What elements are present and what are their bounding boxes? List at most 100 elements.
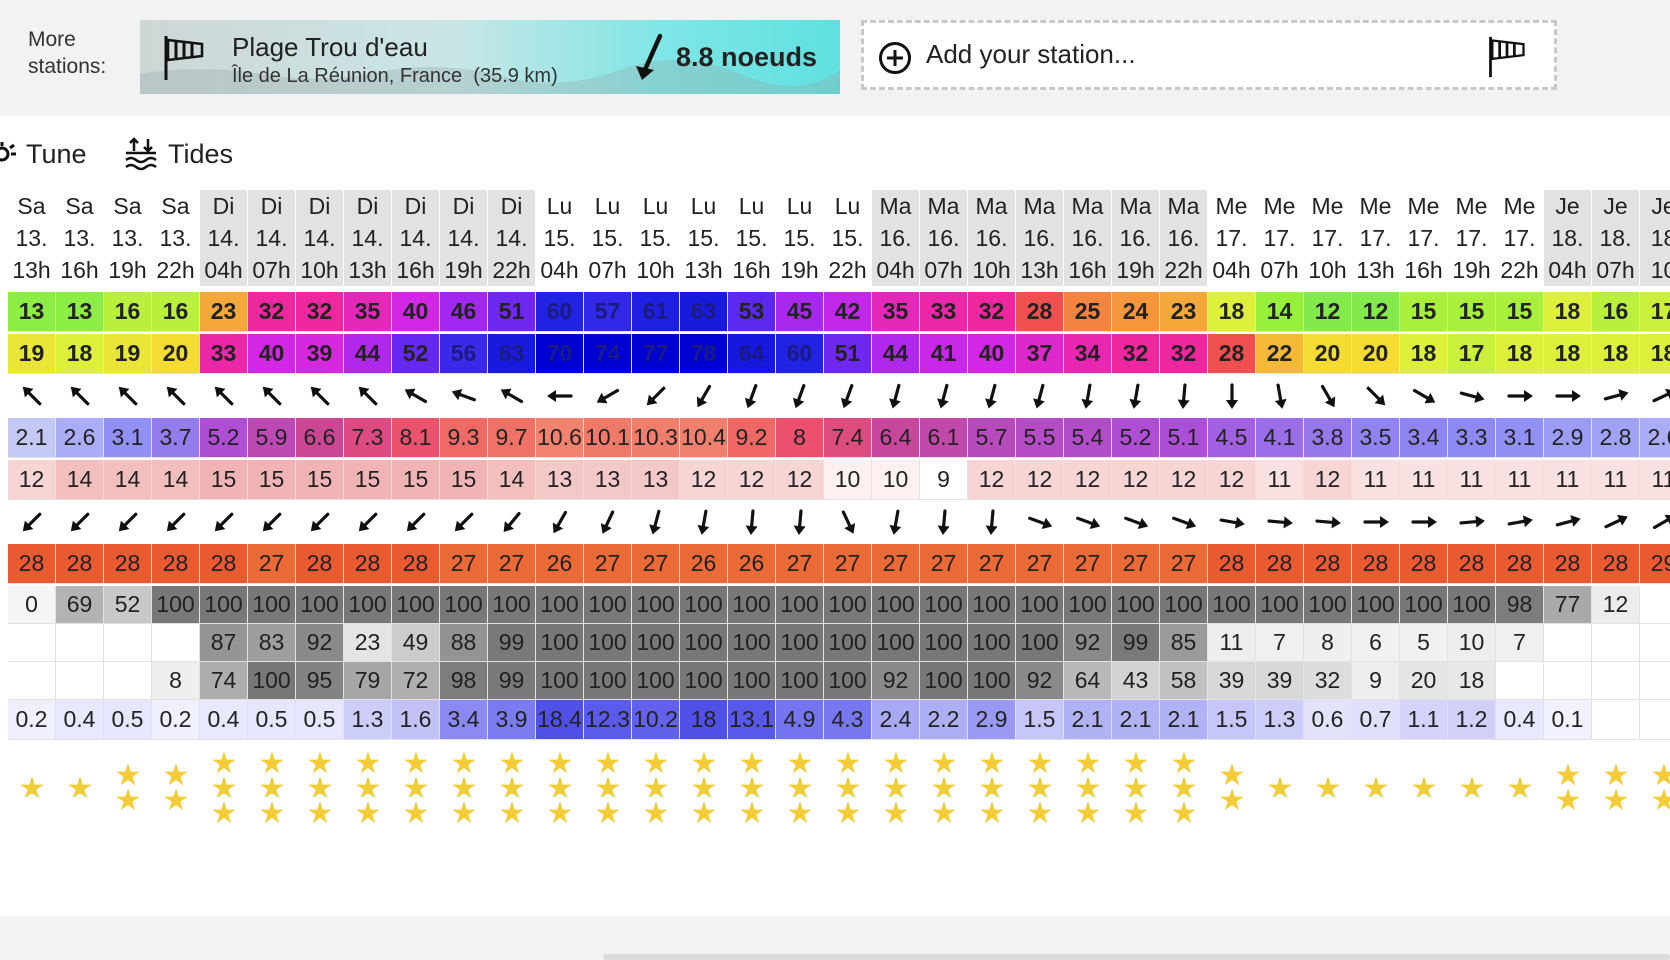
- column-header-hour: 07h: [1260, 257, 1299, 283]
- cloud-mid-cell: 92: [1064, 624, 1112, 662]
- precipitation-cell: 0.1: [1544, 700, 1592, 740]
- star-icon: ★: [738, 796, 766, 830]
- column-header: Me 17. 13h: [1352, 190, 1400, 286]
- cloud-mid-cell: 7: [1496, 624, 1544, 662]
- precipitation-cell: 18: [680, 700, 728, 740]
- column-header-day: Sa: [65, 193, 94, 219]
- column-header-date: 16.: [927, 225, 960, 251]
- wind-gusts-cell: 77: [632, 334, 680, 374]
- wave-height-cell: 8.1: [392, 418, 440, 458]
- rating-stars: ★ ★ ★: [584, 742, 632, 834]
- cloud-low-cell: 100: [296, 586, 344, 624]
- wave-height-cell: 6.4: [872, 418, 920, 458]
- column-header-date: 14.: [399, 225, 432, 251]
- star-icon: ★: [1074, 796, 1102, 830]
- wave-height-cell: 3.4: [1400, 418, 1448, 458]
- column-header-date: 17.: [1407, 225, 1440, 251]
- wind-gusts-cell: 40: [968, 334, 1016, 374]
- wind-direction-arrow-icon: [1352, 376, 1400, 416]
- windsock-icon: [164, 36, 204, 80]
- column-header-date: 18.: [1599, 225, 1632, 251]
- column-header-date: 15.: [687, 225, 720, 251]
- star-icon: ★: [258, 796, 286, 830]
- wind-speed-cell: 61: [632, 292, 680, 332]
- wind-gusts-cell: 33: [200, 334, 248, 374]
- wind-direction-arrow-icon: [392, 376, 440, 416]
- cloud-mid-cell: [8, 624, 56, 662]
- cloud-low-cell: 77: [1544, 586, 1592, 624]
- rating-stars: ★: [1400, 742, 1448, 834]
- wave-period-cell: 12: [1064, 460, 1112, 500]
- wind-gusts-cell: 39: [296, 334, 344, 374]
- precipitation-cell: 1.5: [1208, 700, 1256, 740]
- wave-direction-arrow-icon: [392, 502, 440, 542]
- cloud-high-cell: [1496, 662, 1544, 700]
- wind-direction-arrow-icon: [296, 376, 344, 416]
- plus-circle-icon: [879, 42, 911, 74]
- tides-button[interactable]: Tides: [124, 134, 233, 174]
- precipitation-cell: 0.5: [104, 700, 152, 740]
- rating-stars: ★ ★ ★: [344, 742, 392, 834]
- cloud-high-cell: 100: [728, 662, 776, 700]
- star-icon: ★: [66, 771, 94, 805]
- cloud-mid-cell: 100: [680, 624, 728, 662]
- add-station-label: Add your station...: [926, 39, 1136, 69]
- wave-period-cell: 12: [776, 460, 824, 500]
- star-icon: ★: [786, 796, 814, 830]
- tune-button[interactable]: Tune: [0, 134, 87, 174]
- cloud-high-cell: 100: [248, 662, 296, 700]
- column-header-day: Ma: [1071, 193, 1104, 219]
- wave-period-cell: 15: [248, 460, 296, 500]
- column-header-day: Ma: [1167, 193, 1200, 219]
- star-icon: ★: [1506, 771, 1534, 805]
- column-header-hour: 10: [1650, 257, 1670, 283]
- wind-speed-cell: 23: [200, 292, 248, 332]
- cloud-low-cell: 100: [1352, 586, 1400, 624]
- wave-direction-arrow-icon: [1400, 502, 1448, 542]
- wind-direction-arrow-icon: [584, 376, 632, 416]
- precipitation-cell: 4.9: [776, 700, 824, 740]
- star-icon: ★: [930, 796, 958, 830]
- column-header-hour: 22h: [492, 257, 531, 283]
- column-header-hour: 07h: [1596, 257, 1635, 283]
- cloud-mid-cell: 100: [920, 624, 968, 662]
- wave-height-cell: 3.8: [1304, 418, 1352, 458]
- column-header-day: Ma: [927, 193, 960, 219]
- wave-direction-arrow-icon: [1160, 502, 1208, 542]
- wave-height-cell: 5.1: [1160, 418, 1208, 458]
- wind-direction-arrow-icon: [1496, 376, 1544, 416]
- star-icon: ★: [1170, 796, 1198, 830]
- cloud-low-cell: 52: [104, 586, 152, 624]
- column-header-hour: 04h: [1548, 257, 1587, 283]
- station-card-trou-deau[interactable]: Plage Trou d'eau Île de La Réunion, Fran…: [140, 20, 840, 94]
- wave-direction-arrow-icon: [1016, 502, 1064, 542]
- wave-direction-arrow-icon: [296, 502, 344, 542]
- cloud-low-cell: 100: [1112, 586, 1160, 624]
- temperature-cell: 28: [56, 544, 104, 584]
- temperature-cell: 27: [1160, 544, 1208, 584]
- wind-gusts-cell: 74: [584, 334, 632, 374]
- precipitation-cell: 0.6: [1304, 700, 1352, 740]
- precipitation-cell: 1.3: [344, 700, 392, 740]
- cloud-low-cell: 100: [1016, 586, 1064, 624]
- cloud-low-cell: 100: [968, 586, 1016, 624]
- precipitation-cell: 0.4: [200, 700, 248, 740]
- cloud-high-cell: 92: [872, 662, 920, 700]
- column-header-hour: 13h: [12, 257, 51, 283]
- wave-direction-arrow-icon: [1112, 502, 1160, 542]
- wave-direction-arrow-icon: [1256, 502, 1304, 542]
- wave-period-cell: 15: [296, 460, 344, 500]
- wave-direction-arrow-icon: [1064, 502, 1112, 542]
- star-icon: ★: [834, 796, 862, 830]
- wind-direction-arrow-icon: [968, 376, 1016, 416]
- cloud-mid-cell: 100: [584, 624, 632, 662]
- precipitation-cell: 2.4: [872, 700, 920, 740]
- cloud-high-cell: [1544, 662, 1592, 700]
- wind-speed-cell: 45: [776, 292, 824, 332]
- cloud-mid-cell: 7: [1256, 624, 1304, 662]
- column-header: Ma 16. 07h: [920, 190, 968, 286]
- add-station-button[interactable]: Add your station...: [861, 20, 1557, 90]
- wind-direction-arrow-icon: [728, 376, 776, 416]
- temperature-cell: 26: [728, 544, 776, 584]
- horizontal-scrollbar[interactable]: [603, 954, 1670, 960]
